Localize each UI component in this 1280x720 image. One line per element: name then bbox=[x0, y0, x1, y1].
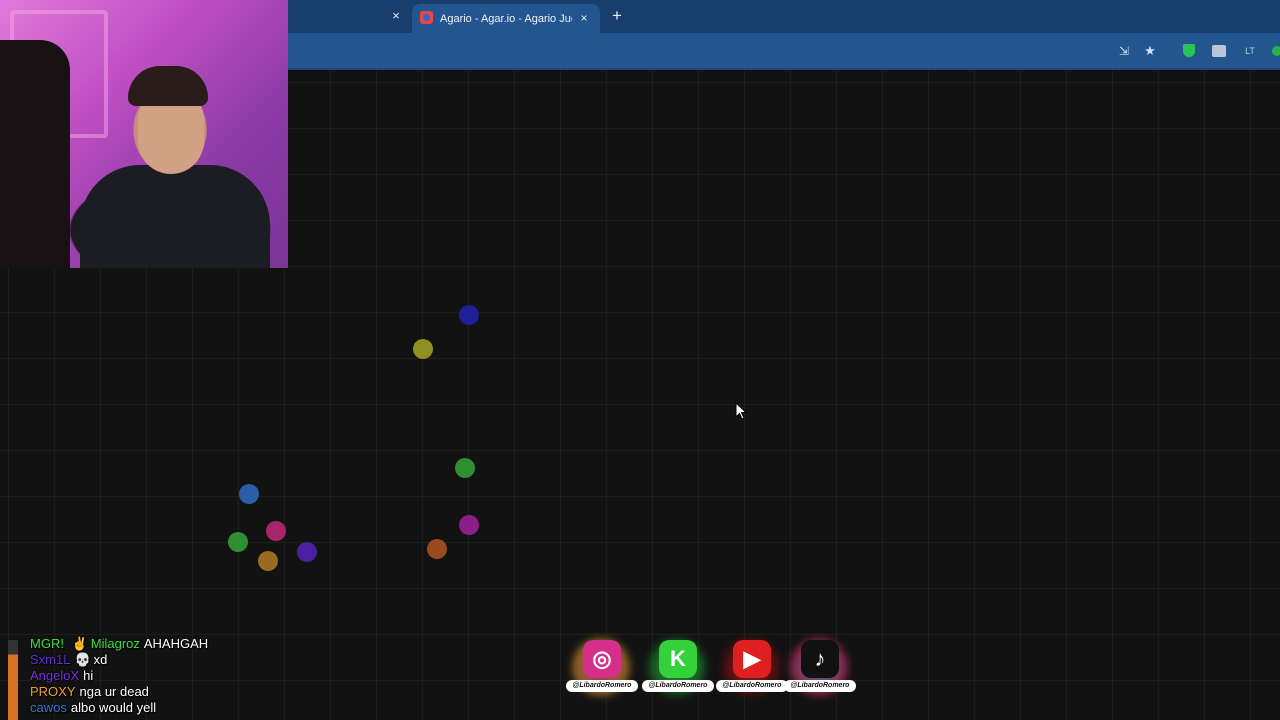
text-extension-icon[interactable]: LT bbox=[1242, 43, 1258, 59]
tab-agario[interactable]: Agario - Agar.io - Agario Juegos × bbox=[412, 4, 600, 33]
webcam-background-person bbox=[0, 40, 70, 268]
social-handle: @LibardoRomero bbox=[716, 680, 788, 692]
chat-scroll-indicator bbox=[8, 640, 18, 720]
food-pellet bbox=[239, 484, 259, 504]
kick-icon: K bbox=[659, 640, 697, 678]
new-tab-button[interactable]: + bbox=[608, 7, 626, 25]
chat-text: xd bbox=[93, 652, 108, 667]
instagram-icon: ◎ bbox=[583, 640, 621, 678]
food-pellet bbox=[297, 542, 317, 562]
chat-text: nga ur dead bbox=[79, 684, 149, 699]
chat-username: Milagroz bbox=[90, 636, 140, 651]
social-handle: @LibardoRomero bbox=[566, 680, 638, 692]
food-pellet bbox=[459, 305, 479, 325]
status-dot-icon[interactable] bbox=[1272, 46, 1280, 56]
youtube-badge[interactable]: ▶ @LibardoRomero bbox=[716, 636, 788, 706]
stream-chat: MGR! ✌ Milagroz AHAHGAH Sxm1L 💀 xd AngeloX hi… bbox=[30, 636, 290, 716]
social-links: ◎ @LibardoRomero K @LibardoRomero ▶ @Lib… bbox=[566, 636, 856, 706]
close-tab-icon[interactable]: × bbox=[576, 10, 592, 26]
streamer-webcam bbox=[0, 0, 288, 268]
chat-text: AHAHGAH bbox=[143, 636, 209, 651]
mouse-cursor-icon bbox=[735, 402, 747, 420]
toolbar-divider bbox=[288, 68, 1280, 70]
youtube-icon: ▶ bbox=[733, 640, 771, 678]
shield-extension-icon[interactable] bbox=[1183, 44, 1195, 57]
food-pellet bbox=[258, 551, 278, 571]
chat-username: cawos bbox=[30, 700, 67, 715]
chat-username: AngeloX bbox=[30, 668, 80, 683]
food-pellet bbox=[266, 521, 286, 541]
chat-message: PROXY nga ur dead bbox=[30, 684, 290, 700]
social-handle: @LibardoRomero bbox=[784, 680, 856, 692]
chat-text: albo would yell bbox=[70, 700, 157, 715]
tab-title: Agario - Agar.io - Agario Juegos bbox=[440, 13, 572, 25]
social-handle: @LibardoRomero bbox=[642, 680, 714, 692]
chat-username: MGR! bbox=[30, 636, 68, 651]
browser-toolbar: ⇲ ★ LT bbox=[288, 33, 1280, 68]
victory-hand-icon: ✌ bbox=[71, 636, 88, 651]
kick-badge[interactable]: K @LibardoRomero bbox=[642, 636, 714, 706]
chat-message: Sxm1L 💀 xd bbox=[30, 652, 290, 668]
tiktok-badge[interactable]: ♪ @LibardoRomero bbox=[784, 636, 856, 706]
bookmark-star-icon[interactable]: ★ bbox=[1142, 43, 1158, 59]
instagram-badge[interactable]: ◎ @LibardoRomero bbox=[566, 636, 638, 706]
food-pellet bbox=[459, 515, 479, 535]
close-tab-icon[interactable]: × bbox=[388, 8, 404, 24]
chat-username: Sxm1L bbox=[30, 652, 71, 667]
food-pellet bbox=[413, 339, 433, 359]
webcam-streamer-hair bbox=[128, 66, 208, 106]
chat-message: cawos albo would yell bbox=[30, 700, 290, 716]
extension-icon[interactable] bbox=[1212, 45, 1226, 57]
install-app-icon[interactable]: ⇲ bbox=[1116, 43, 1132, 59]
chat-username: PROXY bbox=[30, 684, 76, 699]
agario-favicon-icon bbox=[420, 11, 433, 24]
food-pellet bbox=[427, 539, 447, 559]
skull-icon: 💀 bbox=[74, 652, 91, 667]
chat-message: MGR! ✌ Milagroz AHAHGAH bbox=[30, 636, 290, 652]
chat-message: AngeloX hi bbox=[30, 668, 290, 684]
webcam-streamer-shirt bbox=[80, 165, 270, 268]
browser-tab-bar: × Agario - Agar.io - Agario Juegos × + bbox=[288, 0, 1280, 33]
chat-text: hi bbox=[83, 668, 94, 683]
tiktok-icon: ♪ bbox=[801, 640, 839, 678]
food-pellet bbox=[228, 532, 248, 552]
food-pellet bbox=[455, 458, 475, 478]
